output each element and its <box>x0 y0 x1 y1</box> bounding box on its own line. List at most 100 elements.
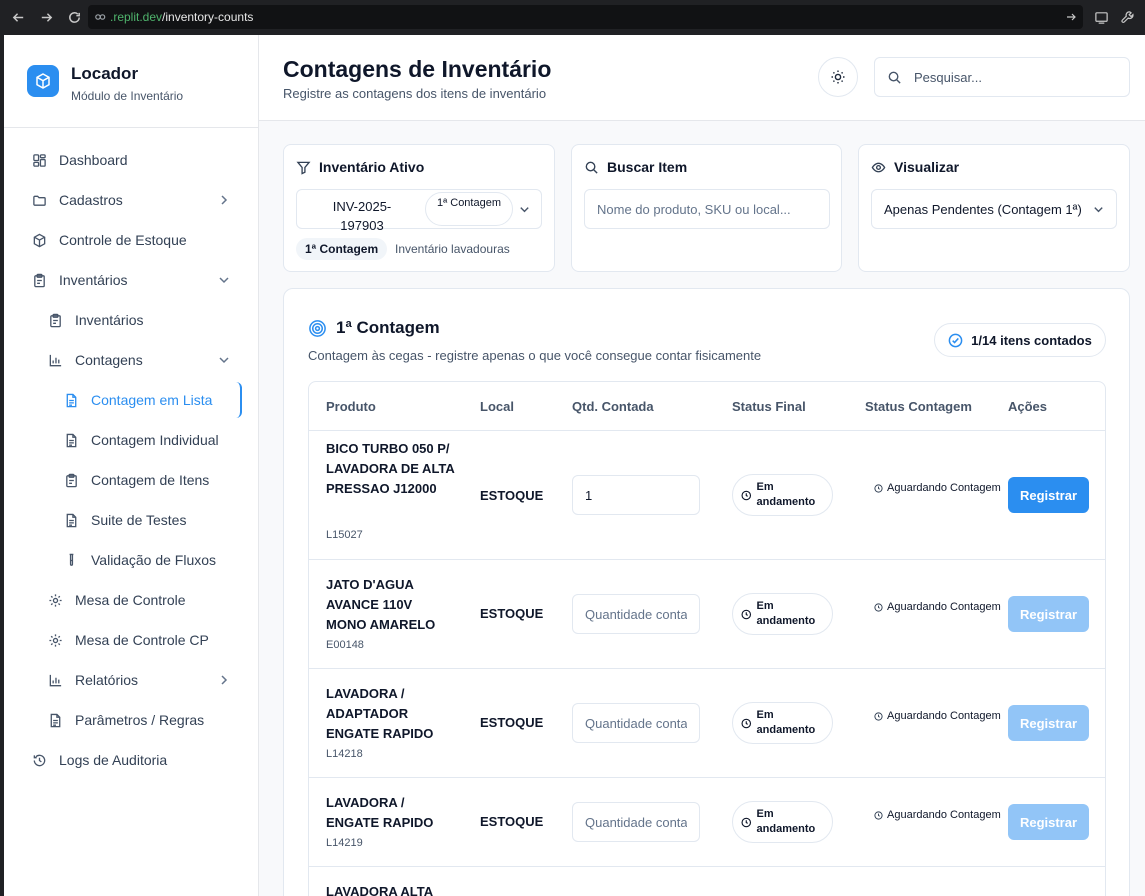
status-final-text: Em andamento <box>756 481 816 508</box>
register-button[interactable]: Registrar <box>1008 705 1089 741</box>
card-title: Inventário Ativo <box>296 159 424 175</box>
page-title: Contagens de Inventário <box>283 56 552 82</box>
cast-icon[interactable] <box>1094 10 1109 25</box>
quantity-input[interactable] <box>572 475 700 515</box>
status-count-text: Aguardando Contagem <box>887 809 1001 821</box>
chevron-down-icon <box>520 207 529 213</box>
counting-subtitle: Contagem às cegas - registre apenas o qu… <box>308 348 762 363</box>
reload-icon[interactable] <box>60 3 88 31</box>
table-row: JATO D'AGUA AVANCE 110V MONO AMARELO E00… <box>309 559 1105 669</box>
sidebar-item-logs-de-auditoria[interactable]: Logs de Auditoria <box>31 742 231 778</box>
sidebar-item-cadastros[interactable]: Cadastros <box>31 182 231 218</box>
clock-icon <box>874 603 883 612</box>
product-local: ESTOQUE <box>480 488 544 503</box>
sidebar-item-mesa-de-controle[interactable]: Mesa de Controle <box>47 582 231 618</box>
status-final-badge: Em andamento <box>732 593 833 635</box>
chevron-down-icon <box>219 357 229 364</box>
view-filter-value: Apenas Pendentes (Contagem 1ª) <box>884 201 1082 217</box>
table-row: LAVADORA / ADAPTADOR ENGATE RAPIDO L1421… <box>309 668 1105 778</box>
sidebar-item-validacao-de-fluxos[interactable]: Validação de Fluxos <box>63 542 243 578</box>
product-code: L14218 <box>326 748 363 760</box>
filter-icon <box>296 161 311 175</box>
sidebar-item-contagem-em-lista[interactable]: Contagem em Lista <box>55 382 242 418</box>
product-name: BICO TURBO 050 P/ LAVADORA DE ALTA PRESS… <box>326 441 455 496</box>
quantity-input[interactable] <box>572 594 700 634</box>
panel-title: 1ª Contagem <box>308 318 440 338</box>
column-header: Local <box>480 399 514 414</box>
clipboard-icon <box>63 472 79 488</box>
sidebar-item-label: Relatórios <box>75 672 139 688</box>
sidebar-item-controle-estoque[interactable]: Controle de Estoque <box>31 222 231 258</box>
sidebar-item-label: Inventários <box>75 312 144 328</box>
product-code: E00148 <box>326 639 364 651</box>
file-text-icon <box>47 712 63 728</box>
active-inventory-title: Inventário Ativo <box>319 159 425 175</box>
sidebar-item-suite-de-testes[interactable]: Suite de Testes <box>63 502 243 538</box>
clock-icon <box>741 718 752 728</box>
active-inventory-card: Inventário Ativo INV-2025-197903 1ª Cont… <box>283 144 555 272</box>
column-header: Qtd. Contada <box>572 399 654 414</box>
sidebar-item-label: Validação de Fluxos <box>91 552 217 568</box>
progress-text: 1/14 itens contados <box>971 332 1092 348</box>
sidebar-item-label: Controle de Estoque <box>59 232 187 248</box>
target-icon <box>309 319 326 337</box>
global-search[interactable] <box>874 57 1130 97</box>
sidebar-item-label: Inventários <box>59 272 128 288</box>
sidebar-item-parametros-regras[interactable]: Parâmetros / Regras <box>47 702 231 738</box>
sun-icon <box>831 70 845 84</box>
status-count-text: Aguardando Contagem <box>887 710 1001 722</box>
card-title: Buscar Item <box>584 159 687 175</box>
inventory-select[interactable]: INV-2025-197903 1ª Contagem <box>296 189 542 233</box>
page-header: Contagens de Inventário Registre as cont… <box>259 35 1145 121</box>
sidebar-item-label: Logs de Auditoria <box>59 752 168 768</box>
column-header: Status Contagem <box>865 399 972 414</box>
sidebar-item-mesa-de-controle-cp[interactable]: Mesa de Controle CP <box>47 622 231 658</box>
chevron-down-icon <box>219 277 229 284</box>
inventory-description: Inventário lavadouras <box>395 242 510 256</box>
forward-icon[interactable] <box>32 3 60 31</box>
quantity-input[interactable] <box>572 703 700 743</box>
card-title: Visualizar <box>871 159 959 175</box>
product-name: LAVADORA / ENGATE RAPIDO <box>326 795 434 830</box>
clock-icon <box>741 609 752 619</box>
sidebar-item-label: Mesa de Controle <box>75 592 186 608</box>
quantity-input[interactable] <box>572 802 700 842</box>
product-local: ESTOQUE <box>480 715 544 730</box>
search-input[interactable] <box>914 69 1114 85</box>
brand: Locador Módulo de Inventário <box>4 35 258 128</box>
view-filter-title: Visualizar <box>894 159 960 175</box>
view-filter-select[interactable]: Apenas Pendentes (Contagem 1ª) <box>871 189 1117 229</box>
product-code: L14219 <box>326 837 363 849</box>
chevron-down-icon <box>1094 206 1103 212</box>
theme-toggle-button[interactable] <box>818 57 858 97</box>
sidebar-item-inventarios-group[interactable]: Inventários <box>31 262 231 298</box>
sidebar-item-contagem-de-itens[interactable]: Contagem de Itens <box>63 462 243 498</box>
sidebar-item-label: Dashboard <box>59 152 128 168</box>
sidebar-item-contagens[interactable]: Contagens <box>47 342 231 378</box>
sidebar-item-inventarios[interactable]: Inventários <box>47 302 231 338</box>
status-final-badge: Em andamento <box>732 801 833 843</box>
address-bar[interactable]: .replit.dev/inventory-counts <box>88 5 1083 29</box>
register-button[interactable]: Registrar <box>1008 477 1089 513</box>
back-icon[interactable] <box>4 3 32 31</box>
wrench-icon[interactable] <box>1120 10 1135 25</box>
sidebar-item-dashboard[interactable]: Dashboard <box>31 142 231 178</box>
url-host: .replit.dev <box>110 10 163 24</box>
status-final-text: Em andamento <box>756 808 816 835</box>
register-button[interactable]: Registrar <box>1008 596 1089 632</box>
sidebar-item-label: Mesa de Controle CP <box>75 632 209 648</box>
go-icon[interactable] <box>1065 11 1077 23</box>
item-search-input[interactable] <box>584 189 830 229</box>
inventory-code: INV-2025-197903 <box>332 199 392 233</box>
browser-toolbar: .replit.dev/inventory-counts <box>0 0 1145 35</box>
folder-icon <box>31 192 47 208</box>
clock-icon <box>874 712 883 721</box>
table-row: LAVADORA ALTA <box>309 866 1105 896</box>
sidebar-item-relatorios[interactable]: Relatórios <box>47 662 231 698</box>
check-circle-icon <box>948 333 963 347</box>
register-button[interactable]: Registrar <box>1008 804 1089 840</box>
clipboard-icon <box>31 272 47 288</box>
sidebar-item-contagem-individual[interactable]: Contagem Individual <box>63 422 243 458</box>
table-row: BICO TURBO 050 P/ LAVADORA DE ALTA PRESS… <box>309 430 1105 560</box>
chevron-right-icon <box>221 195 228 205</box>
